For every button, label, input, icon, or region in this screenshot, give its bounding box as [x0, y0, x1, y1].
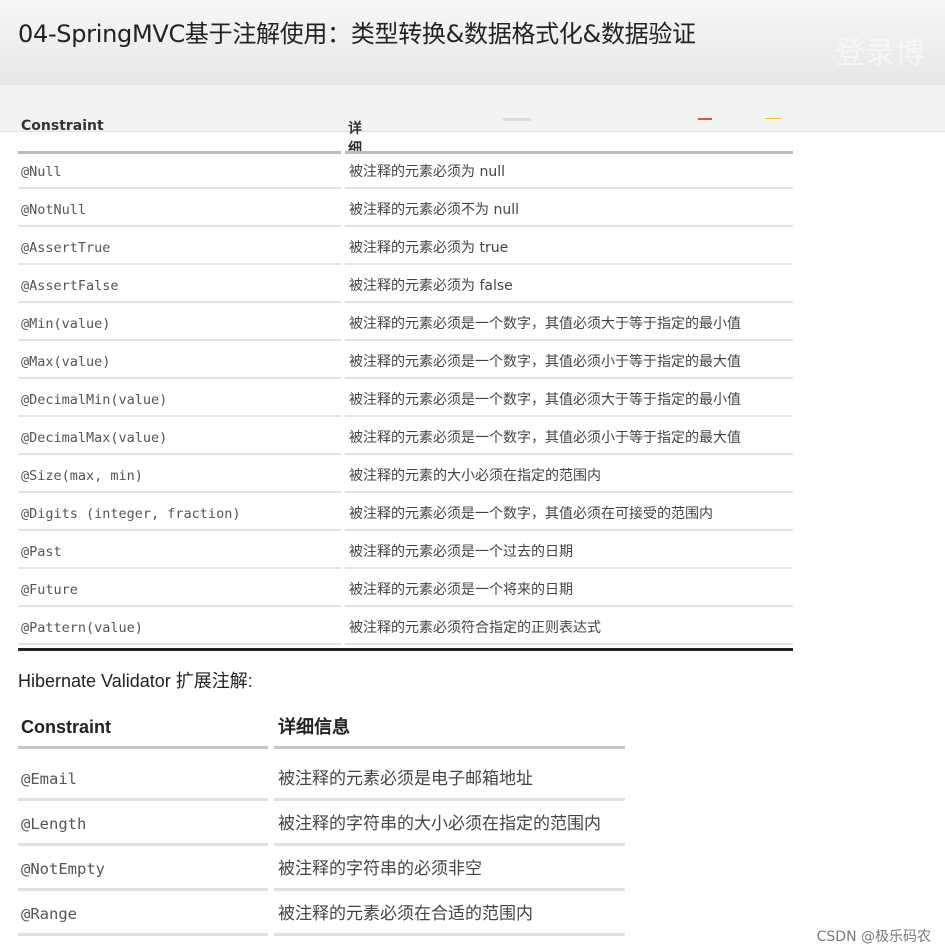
- constraint-cell: @Future: [18, 572, 341, 607]
- constraint-cell: @Null: [18, 154, 341, 189]
- font-color-icon: A: [698, 97, 713, 120]
- format-painter-icon[interactable]: [137, 95, 159, 121]
- detail-cell: 被注释的元素必须在合适的范围内: [274, 892, 625, 936]
- italic-button[interactable]: I: [553, 95, 559, 121]
- constraint-cell: @DecimalMin(value): [18, 382, 341, 417]
- constraint-cell: @NotEmpty: [18, 847, 268, 891]
- paragraph-style-value: 标题1: [218, 99, 258, 117]
- detail-cell: 被注释的元素必须不为 null: [345, 192, 793, 227]
- bold-button[interactable]: B: [503, 95, 531, 121]
- table-row: @Pattern(value) 被注释的元素必须符合指定的正则表达式: [18, 610, 793, 647]
- constraint-cell: @AssertFalse: [18, 268, 341, 303]
- chevron-down-icon: ▼: [394, 106, 401, 116]
- constraint-cell: @Past: [18, 534, 341, 569]
- chevron-down-icon: ▼: [267, 106, 275, 116]
- constraint-cell: @Size(max, min): [18, 458, 341, 493]
- underline-button[interactable]: U: [594, 95, 606, 121]
- table-row: @Length 被注释的字符串的大小必须在指定的范围内: [18, 802, 625, 848]
- chevron-down-icon: ▼: [474, 106, 482, 116]
- constraint-cell: @NotNull: [18, 192, 341, 227]
- editor-toolbar: 标题1 ▼ 微软雅黑 ▼ 28 ▼ B I U S A ▼ ▼ 123: [0, 85, 945, 132]
- highlighter-icon: [765, 99, 782, 119]
- font-family-select[interactable]: 微软雅黑 ▼: [330, 95, 401, 121]
- toolbar-divider: [177, 99, 178, 117]
- toolbar-divider: [306, 99, 307, 117]
- login-link-ghost[interactable]: 登录博: [835, 28, 945, 72]
- detail-cell: 被注释的元素必须为 false: [345, 268, 793, 303]
- detail-cell: 被注释的元素必须是一个数字，其值必须大于等于指定的最小值: [345, 382, 793, 417]
- font-family-value: 微软雅黑: [330, 99, 391, 117]
- table-header-constraint: Constraint: [18, 705, 268, 749]
- table-row: @Max(value) 被注释的元素必须是一个数字，其值必须小于等于指定的最大值: [18, 344, 793, 381]
- detail-cell: 被注释的元素必须是一个过去的日期: [345, 534, 793, 569]
- table-row: @Digits (integer, fraction) 被注释的元素必须是一个数字…: [18, 496, 793, 533]
- table-bottom-rule: [18, 648, 793, 651]
- page-title: 04-SpringMVC基于注解使用：类型转换&数据格式化&数据验证: [18, 20, 696, 48]
- table-header-constraint: Constraint: [21, 118, 104, 134]
- constraint-cell: @Min(value): [18, 306, 341, 341]
- font-size-select[interactable]: 28 ▼: [449, 95, 481, 121]
- font-size-value: 28: [449, 99, 469, 117]
- table-row: @Min(value) 被注释的元素必须是一个数字，其值必须大于等于指定的最小值: [18, 306, 793, 343]
- detail-cell: 被注释的元素的大小必须在指定的范围内: [345, 458, 793, 493]
- table-row: @NotNull 被注释的元素必须不为 null: [18, 192, 793, 229]
- detail-cell: 被注释的元素必须是一个数字，其值必须小于等于指定的最大值: [345, 420, 793, 455]
- table-row: @Size(max, min) 被注释的元素的大小必须在指定的范围内: [18, 458, 793, 495]
- table-row: @Email 被注释的元素必须是电子邮箱地址: [18, 757, 625, 803]
- detail-cell: 被注释的元素必须是电子邮箱地址: [274, 757, 625, 801]
- bulleted-list-icon[interactable]: [846, 95, 866, 121]
- numbered-list-icon[interactable]: 123: [888, 95, 908, 121]
- title-bar: 04-SpringMVC基于注解使用：类型转换&数据格式化&数据验证 登录博: [0, 0, 945, 85]
- table-row: @AssertTrue 被注释的元素必须为 true: [18, 230, 793, 267]
- table-row: @DecimalMin(value) 被注释的元素必须是一个数字，其值必须大于等于…: [18, 382, 793, 419]
- constraint-cell: @Max(value): [18, 344, 341, 379]
- csdn-watermark: CSDN @极乐码农: [816, 929, 931, 945]
- table-row: @DecimalMax(value) 被注释的元素必须是一个数字，其值必须小于等于…: [18, 420, 793, 457]
- detail-cell: 被注释的字符串的大小必须在指定的范围内: [274, 802, 625, 846]
- table-row: @Range 被注释的元素必须在合适的范围内: [18, 892, 625, 938]
- detail-cell: 被注释的元素必须为 null: [345, 154, 793, 189]
- highlight-button[interactable]: ▼: [762, 95, 799, 121]
- detail-cell: 被注释的元素必须是一个数字，其值必须大于等于指定的最小值: [345, 306, 793, 341]
- constraint-cell: @AssertTrue: [18, 230, 341, 265]
- table-header-details: 详细信息: [274, 705, 625, 749]
- detail-cell: 被注释的元素必须是一个数字，其值必须小于等于指定的最大值: [345, 344, 793, 379]
- table-row: @Null 被注释的元素必须为 null: [18, 154, 793, 191]
- section-heading: Hibernate Validator 扩展注解:: [18, 671, 253, 691]
- table-row: @AssertFalse 被注释的元素必须为 false: [18, 268, 793, 305]
- detail-cell: 被注释的元素必须符合指定的正则表达式: [345, 610, 793, 645]
- paragraph-style-select[interactable]: 标题1 ▼: [218, 95, 274, 121]
- font-color-button[interactable]: A ▼: [698, 95, 729, 121]
- constraint-cell: @Pattern(value): [18, 610, 341, 645]
- toolbar-divider: [424, 99, 425, 117]
- toolbar-divider: [673, 99, 674, 117]
- toolbar-divider: [822, 99, 823, 117]
- table-row: @Future 被注释的元素必须是一个将来的日期: [18, 572, 793, 609]
- table-row: @Past 被注释的元素必须是一个过去的日期: [18, 534, 793, 571]
- detail-cell: 被注释的元素必须是一个将来的日期: [345, 572, 793, 607]
- chevron-down-icon: ▼: [722, 106, 730, 116]
- svg-text:3: 3: [888, 109, 892, 115]
- detail-cell: 被注释的字符串的必须非空: [274, 847, 625, 891]
- detail-cell: 被注释的元素必须为 true: [345, 230, 793, 265]
- constraint-cell: @Length: [18, 802, 268, 846]
- table-header-row: Constraint 详细信息: [18, 705, 625, 751]
- chevron-down-icon: ▼: [792, 106, 799, 116]
- table-header-details: 详细信息: [348, 121, 362, 151]
- table-row: @NotEmpty 被注释的字符串的必须非空: [18, 847, 625, 893]
- checkbox-icon[interactable]: [930, 95, 945, 121]
- constraint-cell: @Email: [18, 757, 268, 801]
- constraint-cell: @Digits (integer, fraction): [18, 496, 341, 531]
- constraint-cell: @Range: [18, 892, 268, 936]
- strikethrough-button[interactable]: S: [635, 95, 646, 121]
- detail-cell: 被注释的元素必须是一个数字，其值必须在可接受的范围内: [345, 496, 793, 531]
- constraint-cell: @DecimalMax(value): [18, 420, 341, 455]
